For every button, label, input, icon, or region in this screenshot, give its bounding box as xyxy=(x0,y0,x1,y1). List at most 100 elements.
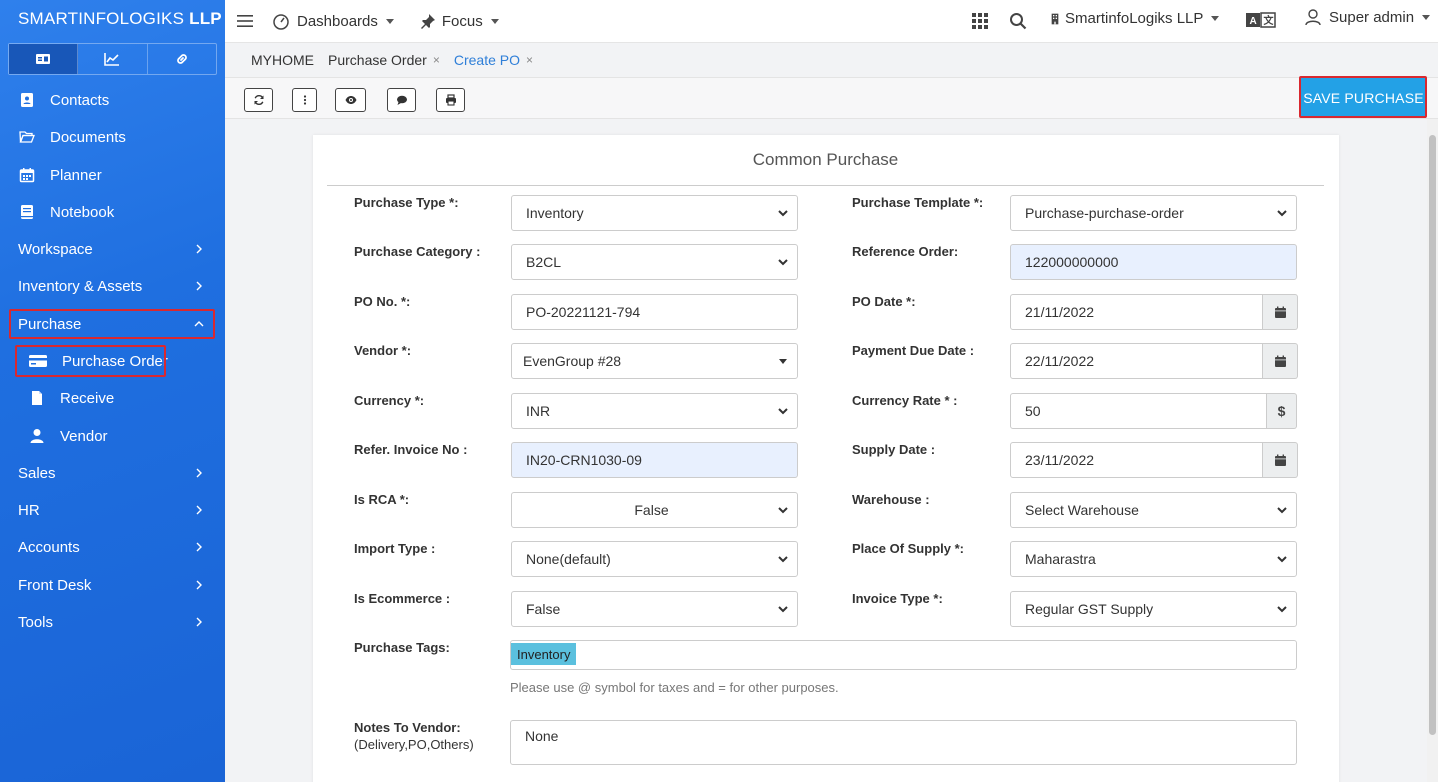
chevron-right-icon xyxy=(196,244,202,254)
dashboards-dropdown[interactable]: Dashboards xyxy=(272,12,394,30)
supply-date-picker-button[interactable] xyxy=(1263,442,1298,478)
save-purchase-button[interactable]: SAVE PURCHASE xyxy=(1301,78,1426,118)
menu-toggle-button[interactable] xyxy=(236,12,254,30)
is-ecommerce-select[interactable]: False xyxy=(511,591,798,627)
chevron-right-icon xyxy=(196,542,202,552)
comment-button[interactable] xyxy=(387,88,416,112)
tag-inventory[interactable]: Inventory xyxy=(511,643,577,665)
supply-date-input[interactable]: 23/11/2022 xyxy=(1010,442,1263,478)
po-date-input[interactable]: 21/11/2022 xyxy=(1010,294,1263,330)
reference-order-input[interactable]: 122000000000 xyxy=(1010,244,1297,280)
sidebar-item-contacts[interactable]: Contacts xyxy=(0,82,225,118)
is-ecommerce-value: False xyxy=(526,601,561,617)
notes-label-line2: (Delivery,PO,Others) xyxy=(354,737,474,752)
breadcrumb-home[interactable]: MYHOME xyxy=(251,52,314,68)
currency-select[interactable]: INR xyxy=(511,393,798,429)
vertical-dots-icon xyxy=(303,95,306,105)
brand-logo[interactable]: SMARTINFOLOGIKS LLP xyxy=(0,0,225,38)
breadcrumb-home-label: MYHOME xyxy=(251,52,314,68)
sidebar-item-receive[interactable]: Receive xyxy=(0,380,225,416)
search-button[interactable] xyxy=(1009,12,1027,30)
tab-create-po[interactable]: Create PO × xyxy=(454,52,533,68)
sidebar-item-label: Front Desk xyxy=(18,576,92,594)
sidebar-item-purchase-order[interactable]: Purchase Order xyxy=(0,343,225,379)
po-date-picker-button[interactable] xyxy=(1263,294,1298,330)
more-options-button[interactable] xyxy=(292,88,317,112)
purchase-tags-label: Purchase Tags: xyxy=(354,640,450,655)
sidebar-item-label: Notebook xyxy=(50,203,115,221)
vertical-scrollbar[interactable] xyxy=(1427,119,1438,782)
id-card-icon xyxy=(36,54,51,64)
close-icon[interactable]: × xyxy=(526,53,533,67)
payment-due-date-picker-button[interactable] xyxy=(1263,343,1298,379)
print-button[interactable] xyxy=(436,88,465,112)
sidebar-tabs xyxy=(8,43,217,75)
refer-invoice-input[interactable]: IN20-CRN1030-09 xyxy=(511,442,798,478)
focus-label: Focus xyxy=(441,12,483,30)
sidebar-item-sales[interactable]: Sales xyxy=(0,455,225,491)
sidebar-item-notebook[interactable]: Notebook xyxy=(0,194,225,230)
import-type-select[interactable]: None(default) xyxy=(511,541,798,577)
user-menu-dropdown[interactable]: Super admin xyxy=(1304,8,1431,26)
po-no-input[interactable]: PO-20221121-794 xyxy=(511,294,798,330)
breadcrumb: MYHOME Purchase Order × Create PO × xyxy=(225,43,1438,77)
chevron-down-icon xyxy=(778,556,788,563)
reference-order-value: 122000000000 xyxy=(1025,254,1119,270)
sidebar-item-label: Inventory & Assets xyxy=(18,277,143,295)
currency-rate-input[interactable]: 50 xyxy=(1010,393,1267,429)
sidebar-item-tools[interactable]: Tools xyxy=(0,604,225,640)
sidebar-item-planner[interactable]: Planner xyxy=(0,157,225,193)
eye-icon xyxy=(345,96,356,104)
sidebar-tab-links[interactable] xyxy=(148,44,216,74)
company-dropdown[interactable]: SmartinfoLogiks LLP xyxy=(1049,10,1220,27)
sidebar-item-purchase[interactable]: Purchase xyxy=(0,306,225,342)
import-type-value: None(default) xyxy=(526,551,611,567)
sidebar-item-inventory-assets[interactable]: Inventory & Assets xyxy=(0,268,225,304)
warehouse-select[interactable]: Select Warehouse xyxy=(1010,492,1297,528)
chevron-right-icon xyxy=(196,505,202,515)
invoice-type-select[interactable]: Regular GST Supply xyxy=(1010,591,1297,627)
focus-dropdown[interactable]: Focus xyxy=(419,12,499,30)
purchase-tags-input[interactable] xyxy=(510,640,1297,670)
sidebar-item-workspace[interactable]: Workspace xyxy=(0,231,225,267)
place-of-supply-select[interactable]: Maharastra xyxy=(1010,541,1297,577)
caret-down-icon xyxy=(385,18,394,24)
form-title: Common Purchase xyxy=(327,135,1324,186)
vendor-select[interactable]: EvenGroup #28 xyxy=(511,343,798,379)
scrollbar-thumb[interactable] xyxy=(1429,135,1436,735)
dollar-icon: $ xyxy=(1267,393,1297,429)
company-label: SmartinfoLogiks LLP xyxy=(1065,10,1204,27)
tab-purchase-order[interactable]: Purchase Order × xyxy=(328,52,440,68)
chevron-down-icon xyxy=(1277,210,1287,217)
caret-down-icon xyxy=(1211,16,1220,21)
pin-icon xyxy=(420,14,435,29)
purchase-type-select[interactable]: Inventory xyxy=(511,195,798,231)
sidebar-item-label: Planner xyxy=(50,166,102,184)
po-no-label: PO No. *: xyxy=(354,294,411,309)
top-navbar: Dashboards Focus SmartinfoLogiks LLP A文 … xyxy=(225,0,1438,43)
notes-to-vendor-textarea[interactable]: None xyxy=(510,720,1297,765)
sidebar-tab-charts[interactable] xyxy=(78,44,148,74)
sidebar-item-front-desk[interactable]: Front Desk xyxy=(0,567,225,603)
sidebar-item-hr[interactable]: HR xyxy=(0,492,225,528)
sidebar-item-documents[interactable]: Documents xyxy=(0,119,225,155)
sidebar-tab-cards[interactable] xyxy=(9,44,79,74)
close-icon[interactable]: × xyxy=(433,53,440,67)
chevron-down-icon xyxy=(778,259,788,266)
preview-button[interactable] xyxy=(335,88,366,112)
sidebar: SMARTINFOLOGIKS LLP Contacts Documents P… xyxy=(0,0,225,782)
is-rca-select[interactable]: False xyxy=(511,492,798,528)
refresh-button[interactable] xyxy=(244,88,273,112)
reference-order-label: Reference Order: xyxy=(852,244,959,259)
supply-date-label: Supply Date : xyxy=(852,442,936,457)
dashboard-gauge-icon xyxy=(273,14,289,30)
sidebar-item-accounts[interactable]: Accounts xyxy=(0,529,225,565)
calendar-icon xyxy=(1274,454,1286,466)
apps-grid-button[interactable] xyxy=(971,12,989,30)
purchase-category-select[interactable]: B2CL xyxy=(511,244,798,280)
payment-due-date-input[interactable]: 22/11/2022 xyxy=(1010,343,1263,379)
notebook-icon xyxy=(18,203,36,221)
language-button[interactable]: A文 xyxy=(1246,12,1276,28)
sidebar-item-vendor[interactable]: Vendor xyxy=(0,418,225,454)
purchase-template-select[interactable]: Purchase-purchase-order xyxy=(1010,195,1297,231)
